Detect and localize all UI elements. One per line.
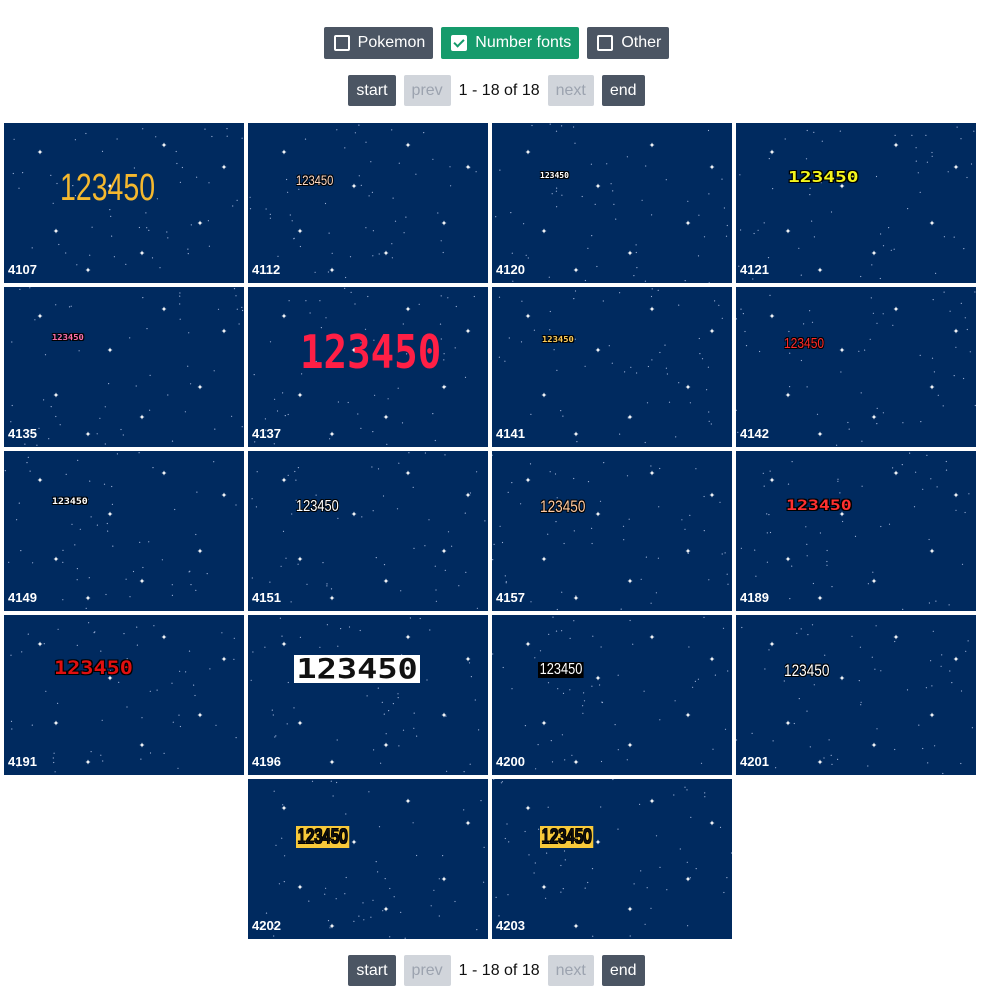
font-tile[interactable]: 123450 4191 [4,615,244,775]
font-sample-text: 123450 [54,657,133,679]
font-tile[interactable]: 123450 4203 [492,779,732,939]
checkbox-icon[interactable] [333,35,350,51]
next-button[interactable]: next [547,955,594,986]
font-sample-text: 123450 [540,171,569,180]
font-id-label: 4200 [496,754,525,769]
starfield-background [250,617,480,773]
font-tile[interactable]: 123450 4142 [736,287,976,447]
font-id-label: 4151 [252,590,281,605]
font-id-label: 4120 [496,262,525,277]
starfield-background [736,624,973,775]
starfield-background [498,288,723,444]
filter-label: Pokemon [357,34,426,51]
font-sample-text: 123450 [784,661,830,680]
next-button[interactable]: next [547,75,594,106]
font-id-label: 4121 [740,262,769,277]
font-id-label: 4196 [252,754,281,769]
font-id-label: 4202 [252,918,281,933]
font-id-label: 4112 [252,262,281,277]
font-id-label: 4107 [8,262,37,277]
font-id-label: 4142 [740,426,769,441]
font-tile[interactable]: 123450 4121 [736,123,976,283]
end-button[interactable]: end [601,75,645,106]
font-id-label: 4191 [8,754,37,769]
filter-number-fonts[interactable]: Number fonts [441,27,580,59]
starfield-background [493,779,732,937]
font-sample-text: 123450 [60,167,156,209]
starfield-background [10,622,237,773]
font-tile[interactable]: 123450 4196 [248,615,488,775]
filter-other[interactable]: Other [587,27,670,59]
font-sample-text: 123450 [296,498,339,515]
font-sample-text: 123450 [294,655,421,683]
pagination-top: start prev 1 - 18 of 18 next end [0,75,993,106]
checkbox-icon[interactable] [597,35,614,51]
font-sample-text: 123450 [538,661,584,678]
font-tile[interactable]: 123450 4112 [248,123,488,283]
starfield-background [492,454,729,611]
font-tile[interactable]: 123450 4200 [492,615,732,775]
starfield-background [4,452,237,609]
font-sample-text: 123450 [52,333,84,342]
font-tile[interactable]: 123450 4151 [248,451,488,611]
end-button[interactable]: end [601,955,645,986]
start-button[interactable]: start [348,955,396,986]
font-id-label: 4157 [496,590,525,605]
font-sample-text: 123450 [542,335,574,344]
font-sample-text: 123450 [788,168,859,186]
starfield-background [492,616,729,770]
font-tile[interactable]: 123450 4201 [736,615,976,775]
font-id-label: 4201 [740,754,769,769]
starfield-background [10,287,244,446]
font-sample-text: 123450 [300,325,442,379]
page-range: 1 - 18 of 18 [458,81,540,99]
font-tile[interactable]: 123450 4135 [4,287,244,447]
font-sample-text: 123450 [52,497,88,507]
checkbox-checked-icon[interactable] [451,35,468,51]
prev-button[interactable]: prev [403,75,451,106]
font-tile[interactable]: 123450 4141 [492,287,732,447]
font-id-label: 4141 [496,426,525,441]
font-tile[interactable]: 123450 4149 [4,451,244,611]
font-tile[interactable]: 123450 4157 [492,451,732,611]
starfield-background [740,452,970,610]
font-sample-text: 123450 [540,497,586,516]
prev-button[interactable]: prev [403,955,451,986]
font-id-label: 4135 [8,426,37,441]
starfield-background [265,780,485,939]
start-button[interactable]: start [348,75,396,106]
filter-label: Other [621,34,662,51]
font-tile[interactable]: 123450 4120 [492,123,732,283]
starfield-background [736,291,976,446]
starfield-background [249,124,477,279]
filter-pokemon[interactable]: Pokemon [323,27,434,59]
font-tile[interactable]: 123450 4202 [248,779,488,939]
font-sample-text: 123450 [540,826,594,848]
filter-bar: Pokemon Number fonts Other [0,27,993,59]
font-id-label: 4149 [8,590,37,605]
filter-label: Number fonts [475,34,572,51]
font-tile[interactable]: 123450 4137 [248,287,488,447]
pagination-bottom: start prev 1 - 18 of 18 next end [0,955,993,986]
font-sample-text: 123450 [784,335,825,352]
font-tile[interactable]: 123450 4189 [736,451,976,611]
font-sample-text: 123450 [786,498,852,514]
starfield-background [251,452,486,609]
font-id-label: 4203 [496,918,525,933]
font-sample-text: 123450 [296,172,334,188]
font-sample-text: 123450 [296,826,350,848]
page-range: 1 - 18 of 18 [458,961,540,979]
font-id-label: 4137 [252,426,281,441]
font-tile[interactable]: 123450 4107 [4,123,244,283]
font-id-label: 4189 [740,590,769,605]
starfield-background [738,126,975,280]
starfield-background [495,123,728,283]
